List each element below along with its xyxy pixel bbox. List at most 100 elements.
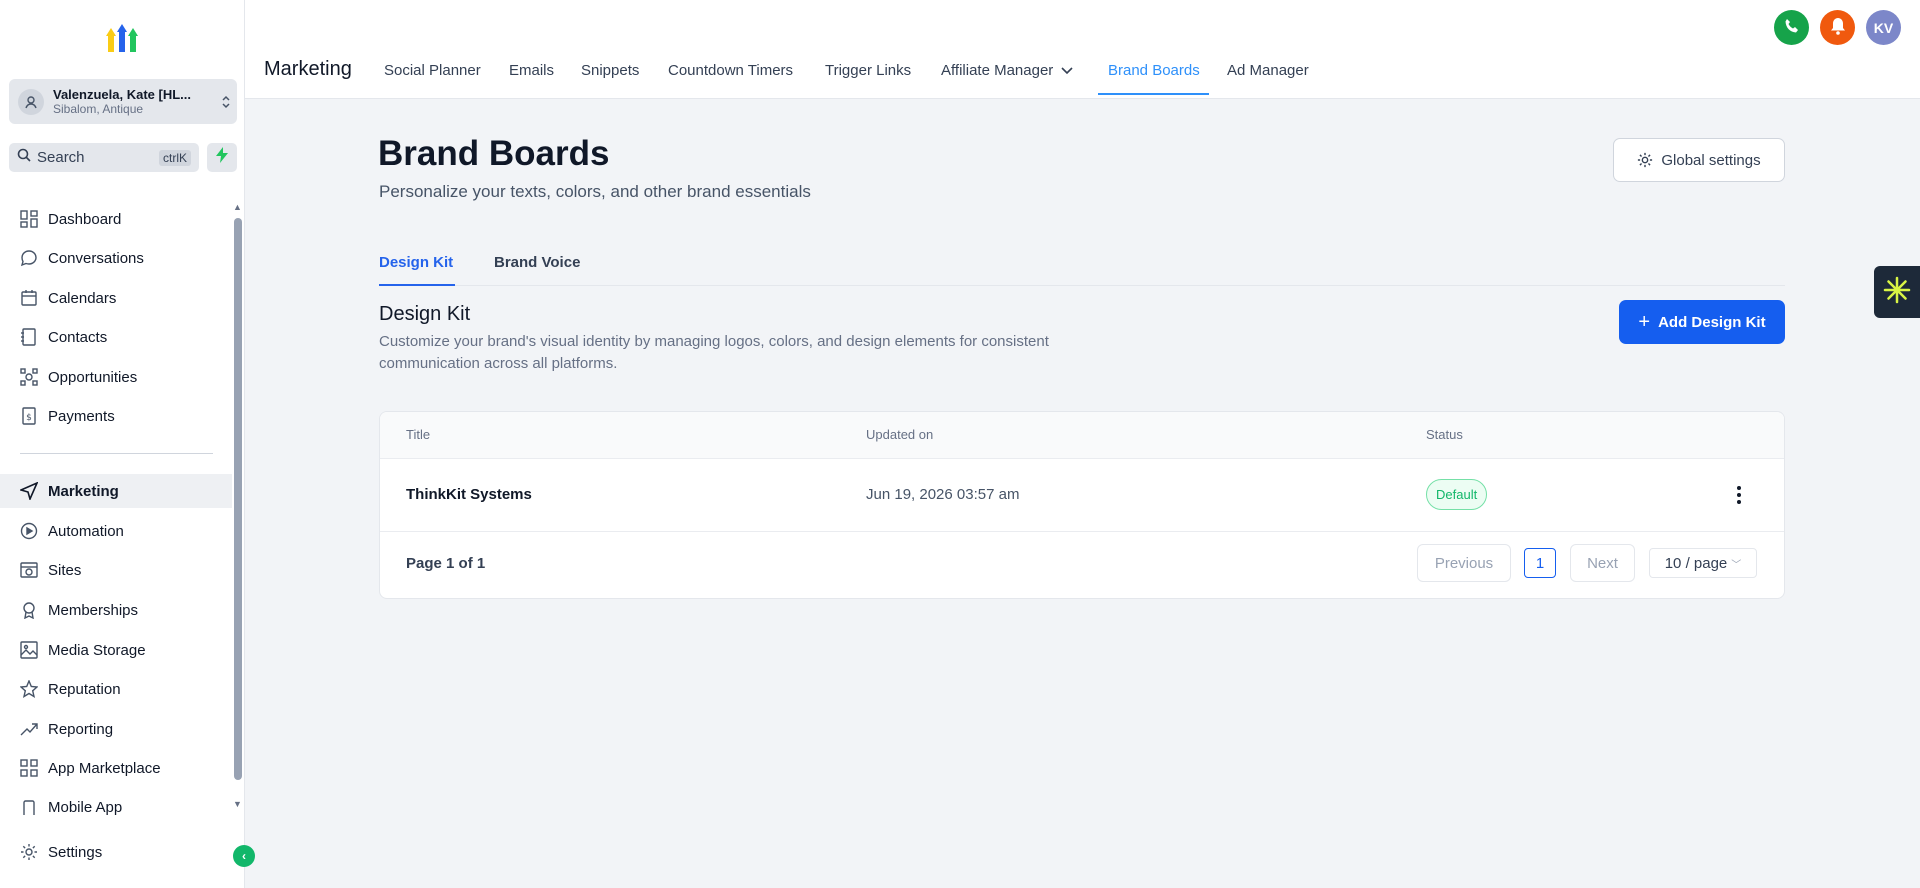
- sidebar-item-dashboard[interactable]: Dashboard: [0, 202, 232, 236]
- sidebar-item-label: Media Storage: [48, 641, 146, 659]
- sidebar-item-calendars[interactable]: Calendars: [0, 281, 232, 315]
- phone-icon: [1784, 18, 1800, 37]
- sidebar-item-contacts[interactable]: Contacts: [0, 320, 232, 354]
- tab-snippets[interactable]: Snippets: [581, 62, 639, 79]
- automation-icon: [19, 521, 39, 541]
- sidebar-item-label: Dashboard: [48, 210, 122, 228]
- memberships-icon: [19, 600, 39, 620]
- sidebar-item-memberships[interactable]: Memberships: [0, 593, 232, 627]
- previous-page-button[interactable]: Previous: [1417, 544, 1511, 582]
- sidebar-item-opportunities[interactable]: Opportunities: [0, 360, 232, 394]
- contacts-icon: [19, 327, 39, 347]
- active-tab-indicator: [379, 284, 455, 286]
- page-size-select[interactable]: 10 / page ﹀: [1649, 548, 1757, 578]
- account-location: Sibalom, Antique: [53, 102, 144, 116]
- active-tab-indicator: [1098, 93, 1209, 95]
- tab-trigger-links[interactable]: Trigger Links: [825, 62, 911, 79]
- sidebar-item-automation[interactable]: Automation: [0, 514, 232, 548]
- tab-design-kit[interactable]: Design Kit: [379, 254, 453, 271]
- sparkle-icon: [1883, 276, 1911, 309]
- chevron-down-icon: ﹀: [1731, 559, 1742, 571]
- add-design-kit-button[interactable]: + Add Design Kit: [1619, 300, 1785, 344]
- column-header-updated: Updated on: [866, 427, 934, 442]
- sidebar-item-app-marketplace[interactable]: App Marketplace: [0, 751, 232, 785]
- sidebar-divider: [20, 453, 213, 454]
- page-title: Brand Boards: [378, 134, 610, 173]
- chevron-left-icon: ‹: [242, 849, 246, 863]
- sites-icon: [19, 560, 39, 580]
- sidebar-item-reputation[interactable]: Reputation: [0, 672, 232, 706]
- page-number-button[interactable]: 1: [1524, 548, 1556, 578]
- sidebar-item-reporting[interactable]: Reporting: [0, 712, 232, 746]
- scroll-down-arrow-icon[interactable]: ▼: [233, 799, 242, 809]
- account-switcher[interactable]: Valenzuela, Kate [HL... Sibalom, Antique: [9, 79, 237, 124]
- tab-brand-voice[interactable]: Brand Voice: [494, 254, 580, 271]
- tab-social-planner[interactable]: Social Planner: [384, 62, 481, 79]
- sidebar-item-label: Contacts: [48, 328, 108, 346]
- bell-icon: [1830, 17, 1846, 38]
- section-description: Customize your brand's visual identity b…: [379, 333, 1049, 372]
- lightning-icon: [216, 147, 228, 168]
- next-page-button[interactable]: Next: [1570, 544, 1635, 582]
- gear-icon: [1637, 152, 1653, 168]
- pagination-summary: Page 1 of 1: [406, 555, 486, 572]
- tab-ad-manager[interactable]: Ad Manager: [1227, 62, 1309, 79]
- search-box[interactable]: Search ctrlK: [9, 143, 199, 172]
- location-avatar-icon: [18, 88, 44, 115]
- search-icon: [17, 148, 31, 167]
- sidebar-item-sites[interactable]: Sites: [0, 553, 232, 587]
- column-header-status: Status: [1426, 427, 1463, 442]
- image-icon: [19, 640, 39, 660]
- chevron-down-icon: [1061, 66, 1073, 75]
- sidebar-item-conversations[interactable]: Conversations: [0, 241, 232, 275]
- top-header: Marketing Social Planner Emails Snippets…: [245, 0, 1920, 99]
- floating-widget-button[interactable]: [1874, 266, 1920, 318]
- sidebar-item-media-storage[interactable]: Media Storage: [0, 633, 232, 667]
- sidebar-item-payments[interactable]: $ Payments: [0, 399, 232, 433]
- scroll-up-arrow-icon[interactable]: ▲: [233, 202, 242, 212]
- payments-icon: $: [19, 406, 39, 426]
- sidebar-item-label: Automation: [48, 522, 124, 540]
- page-size-value: 10 / page: [1664, 554, 1728, 572]
- app-logo[interactable]: [106, 24, 138, 54]
- table-row[interactable]: ThinkKit Systems Jun 19, 2026 03:57 am D…: [380, 459, 1784, 532]
- quick-actions-button[interactable]: [207, 143, 237, 172]
- row-title[interactable]: ThinkKit Systems: [406, 486, 532, 503]
- sidebar-item-label: Payments: [48, 407, 115, 425]
- section-heading: Design Kit: [379, 303, 471, 325]
- gear-icon: [19, 842, 39, 862]
- section-title: Marketing: [264, 58, 352, 80]
- sidebar-item-label: Marketing: [48, 482, 119, 500]
- table-header: Title Updated on Status: [380, 412, 1784, 459]
- calendar-icon: [19, 288, 39, 308]
- tab-brand-boards[interactable]: Brand Boards: [1108, 62, 1200, 79]
- sidebar-item-marketing[interactable]: Marketing: [0, 474, 232, 508]
- status-badge: Default: [1426, 479, 1488, 510]
- design-kit-table: Title Updated on Status ThinkKit Systems…: [379, 411, 1785, 599]
- tabs-divider: [379, 285, 1785, 286]
- sidebar-item-label: Opportunities: [48, 368, 138, 386]
- grid-icon: [19, 758, 39, 778]
- tab-affiliate-manager[interactable]: Affiliate Manager: [941, 62, 1073, 79]
- opportunities-icon: [19, 367, 39, 387]
- more-options-icon[interactable]: [1732, 483, 1746, 507]
- sidebar-scrollbar[interactable]: [234, 218, 242, 780]
- notifications-button[interactable]: [1820, 10, 1855, 45]
- global-settings-button[interactable]: Global settings: [1613, 138, 1785, 182]
- tab-countdown-timers[interactable]: Countdown Timers: [668, 62, 793, 79]
- user-avatar[interactable]: KV: [1866, 10, 1901, 45]
- search-label: Search: [37, 149, 85, 166]
- sidebar-item-label: Sites: [48, 561, 82, 579]
- tab-label: Affiliate Manager: [941, 62, 1054, 79]
- sidebar-item-settings[interactable]: Settings: [0, 835, 232, 869]
- chevron-updown-icon: [215, 94, 237, 110]
- sidebar-item-label: Calendars: [48, 289, 117, 307]
- tab-emails[interactable]: Emails: [509, 62, 554, 79]
- sidebar-item-label: Settings: [48, 843, 103, 861]
- sidebar-item-label: Mobile App: [48, 799, 123, 815]
- collapse-sidebar-button[interactable]: ‹: [233, 845, 255, 867]
- sidebar-item-mobile-app[interactable]: Mobile App: [0, 791, 232, 815]
- phone-button[interactable]: [1774, 10, 1809, 45]
- sidebar: Valenzuela, Kate [HL... Sibalom, Antique…: [0, 0, 255, 888]
- svg-text:$: $: [26, 413, 32, 423]
